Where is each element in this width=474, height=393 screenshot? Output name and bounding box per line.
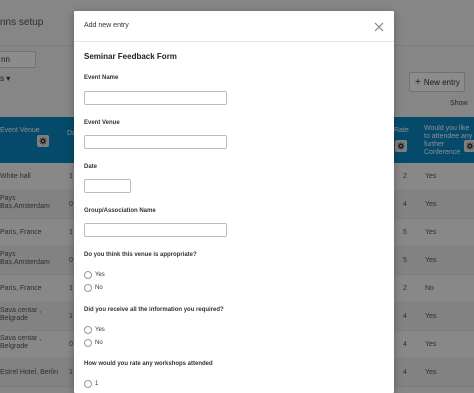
- info-received-question: Did you receive all the information you …: [84, 307, 224, 313]
- modal-title: Add new entry: [84, 22, 129, 29]
- info-received-no-radio[interactable]: No: [84, 339, 103, 347]
- workshop-rating-1-radio[interactable]: 1: [84, 380, 98, 388]
- event-venue-label: Event Venue: [84, 120, 120, 126]
- date-label: Date: [84, 164, 98, 170]
- radio-circle-icon: [84, 271, 92, 279]
- radio-circle-icon: [84, 326, 92, 334]
- radio-circle-icon: [84, 284, 92, 292]
- form-title: Seminar Feedback Form: [84, 52, 177, 61]
- event-venue-input[interactable]: [84, 135, 227, 149]
- event-name-label: Event Name: [84, 75, 119, 81]
- add-entry-modal: Add new entry Seminar Feedback Form Even…: [74, 11, 394, 393]
- radio-circle-icon: [84, 339, 92, 347]
- event-name-input[interactable]: [84, 91, 227, 105]
- date-input[interactable]: [84, 179, 131, 193]
- close-icon[interactable]: [374, 19, 386, 32]
- modal-header: Add new entry: [74, 11, 394, 42]
- workshop-rating-question: How would you rate any workshops attende…: [84, 361, 213, 367]
- group-name-label: Group/Association Name: [84, 208, 156, 214]
- radio-circle-icon: [84, 380, 92, 388]
- venue-appropriate-question: Do you think this venue is appropriate?: [84, 252, 197, 258]
- venue-appropriate-yes-radio[interactable]: Yes: [84, 271, 105, 279]
- group-name-input[interactable]: [84, 223, 227, 237]
- info-received-yes-radio[interactable]: Yes: [84, 326, 105, 334]
- venue-appropriate-no-radio[interactable]: No: [84, 284, 103, 292]
